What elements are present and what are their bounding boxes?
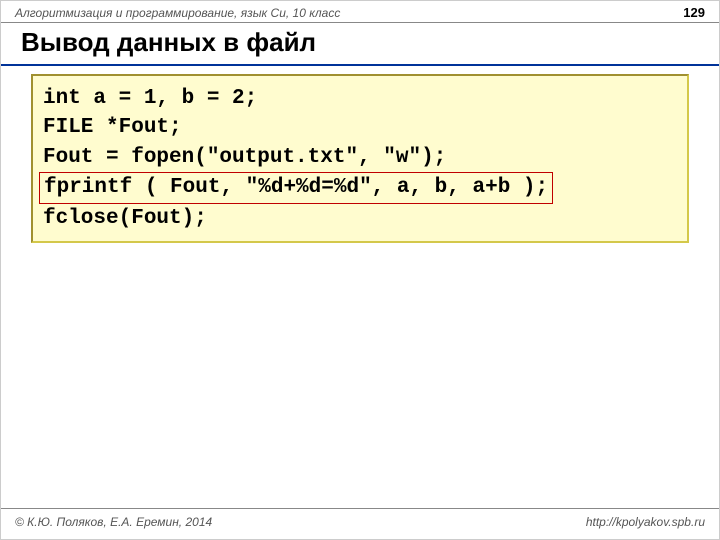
code-text: fprintf ( [44, 176, 170, 199]
highlighted-fprintf: fprintf ( Fout, "%d+%d=%d", a, b, a+b ); [39, 172, 553, 203]
keyword-int: int [43, 87, 81, 110]
subject-line: Алгоритмизация и программирование, язык … [15, 6, 340, 20]
code-example: int a = 1, b = 2; FILE *Fout; Fout = fop… [31, 74, 689, 243]
code-text: Fout = fopen("output.txt", [43, 146, 383, 169]
file-arg: Fout, [170, 176, 233, 199]
code-text: "%d+%d=%d", a, b, a+b ); [233, 176, 548, 199]
code-line-2: FILE *Fout; [43, 113, 677, 142]
string-mode: "w" [383, 146, 421, 169]
page-number: 129 [683, 5, 705, 20]
code-line-4: fprintf ( Fout, "%d+%d=%d", a, b, a+b ); [43, 172, 677, 203]
code-line-5: fclose(Fout); [43, 204, 677, 233]
code-text: ); [421, 146, 446, 169]
slide-footer: © К.Ю. Поляков, Е.А. Еремин, 2014 http:/… [1, 508, 719, 539]
copyright: © К.Ю. Поляков, Е.А. Еремин, 2014 [15, 515, 212, 529]
code-text: a = 1, b = 2; [81, 87, 257, 110]
code-line-3: Fout = fopen("output.txt", "w"); [43, 143, 677, 172]
code-line-1: int a = 1, b = 2; [43, 84, 677, 113]
slide-title: Вывод данных в файл [1, 23, 719, 66]
website-url: http://kpolyakov.spb.ru [586, 515, 705, 529]
slide-header: Алгоритмизация и программирование, язык … [1, 1, 719, 23]
